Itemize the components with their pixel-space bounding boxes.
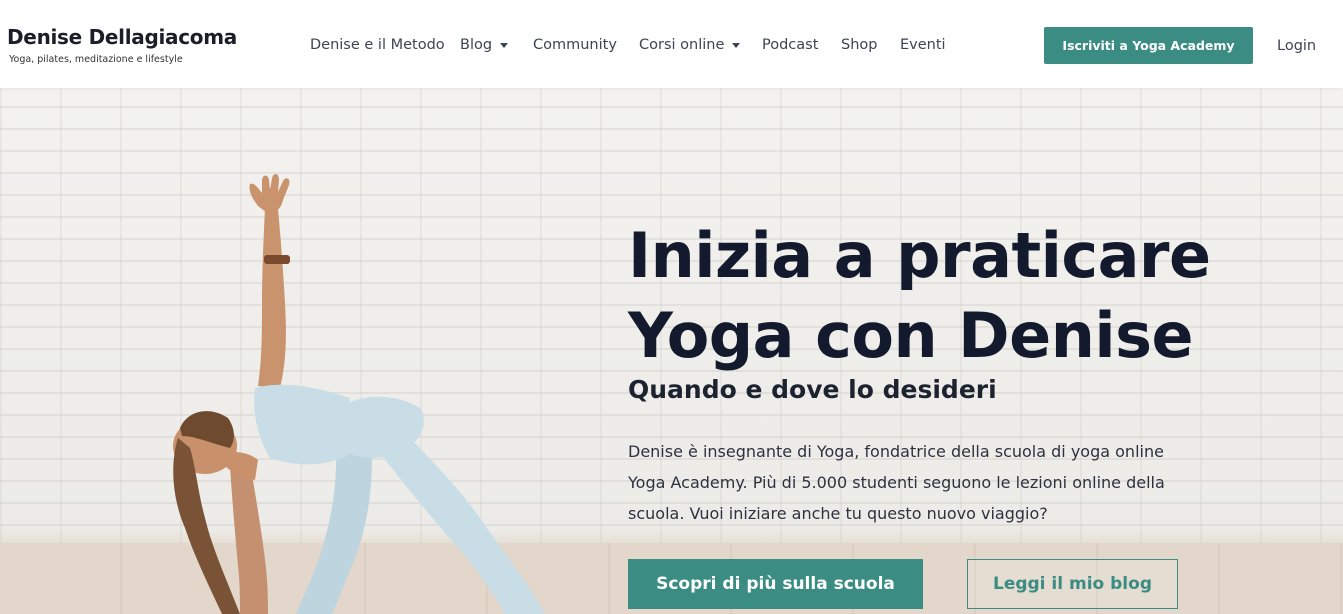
hero-subtitle: Quando e dove lo desideri: [628, 375, 997, 404]
brand-tagline: Yoga, pilates, meditazione e lifestyle: [9, 54, 183, 65]
nav-item-label: Shop: [841, 37, 878, 53]
hero-title: Inizia a praticare Yoga con Denise: [628, 216, 1211, 376]
login-link[interactable]: Login: [1277, 38, 1316, 54]
nav-item-label: Community: [533, 37, 617, 53]
hero-title-line-2: Yoga con Denise: [628, 299, 1194, 372]
brand-logo[interactable]: Denise Dellagiacoma Yoga, pilates, medit…: [7, 25, 237, 65]
hero-title-line-1: Inizia a praticare: [628, 219, 1211, 292]
read-blog-button[interactable]: Leggi il mio blog: [967, 559, 1178, 609]
hero-description-line-1: Denise è insegnante di Yoga, fondatrice …: [628, 442, 1164, 461]
discover-school-button[interactable]: Scopri di più sulla scuola: [628, 559, 923, 609]
nav-item-label: Eventi: [900, 37, 946, 53]
nav-item-label: Denise e il Metodo: [310, 37, 445, 53]
hero-description-line-2: Yoga Academy. Più di 5.000 studenti segu…: [628, 473, 1165, 492]
hero-description-line-3: scuola. Vuoi iniziare anche tu questo nu…: [628, 504, 1048, 523]
chevron-down-icon: [732, 43, 741, 48]
nav-item-label: Corsi online: [639, 37, 725, 53]
nav-item-podcast[interactable]: Podcast: [762, 37, 818, 53]
nav-item-community[interactable]: Community: [533, 37, 617, 53]
hero-description: Denise è insegnante di Yoga, fondatrice …: [628, 436, 1228, 529]
nav-item-eventi[interactable]: Eventi: [900, 37, 946, 53]
nav-item-label: Blog: [460, 37, 493, 53]
nav-item-label: Podcast: [762, 37, 819, 53]
nav-item-corsi-online[interactable]: Corsi online: [639, 37, 741, 53]
hero-section: Inizia a praticare Yoga con Denise Quand…: [0, 88, 1343, 614]
nav-item-denise-e-il-metodo[interactable]: Denise e il Metodo: [310, 37, 445, 53]
site-header: Denise Dellagiacoma Yoga, pilates, medit…: [0, 0, 1343, 88]
nav-item-blog[interactable]: Blog: [460, 37, 509, 53]
chevron-down-icon: [500, 43, 509, 48]
yoga-pose-photo: [173, 174, 545, 614]
join-yoga-academy-button[interactable]: Iscriviti a Yoga Academy: [1044, 27, 1253, 64]
nav-item-shop[interactable]: Shop: [841, 37, 877, 53]
brand-name[interactable]: Denise Dellagiacoma: [7, 25, 237, 49]
